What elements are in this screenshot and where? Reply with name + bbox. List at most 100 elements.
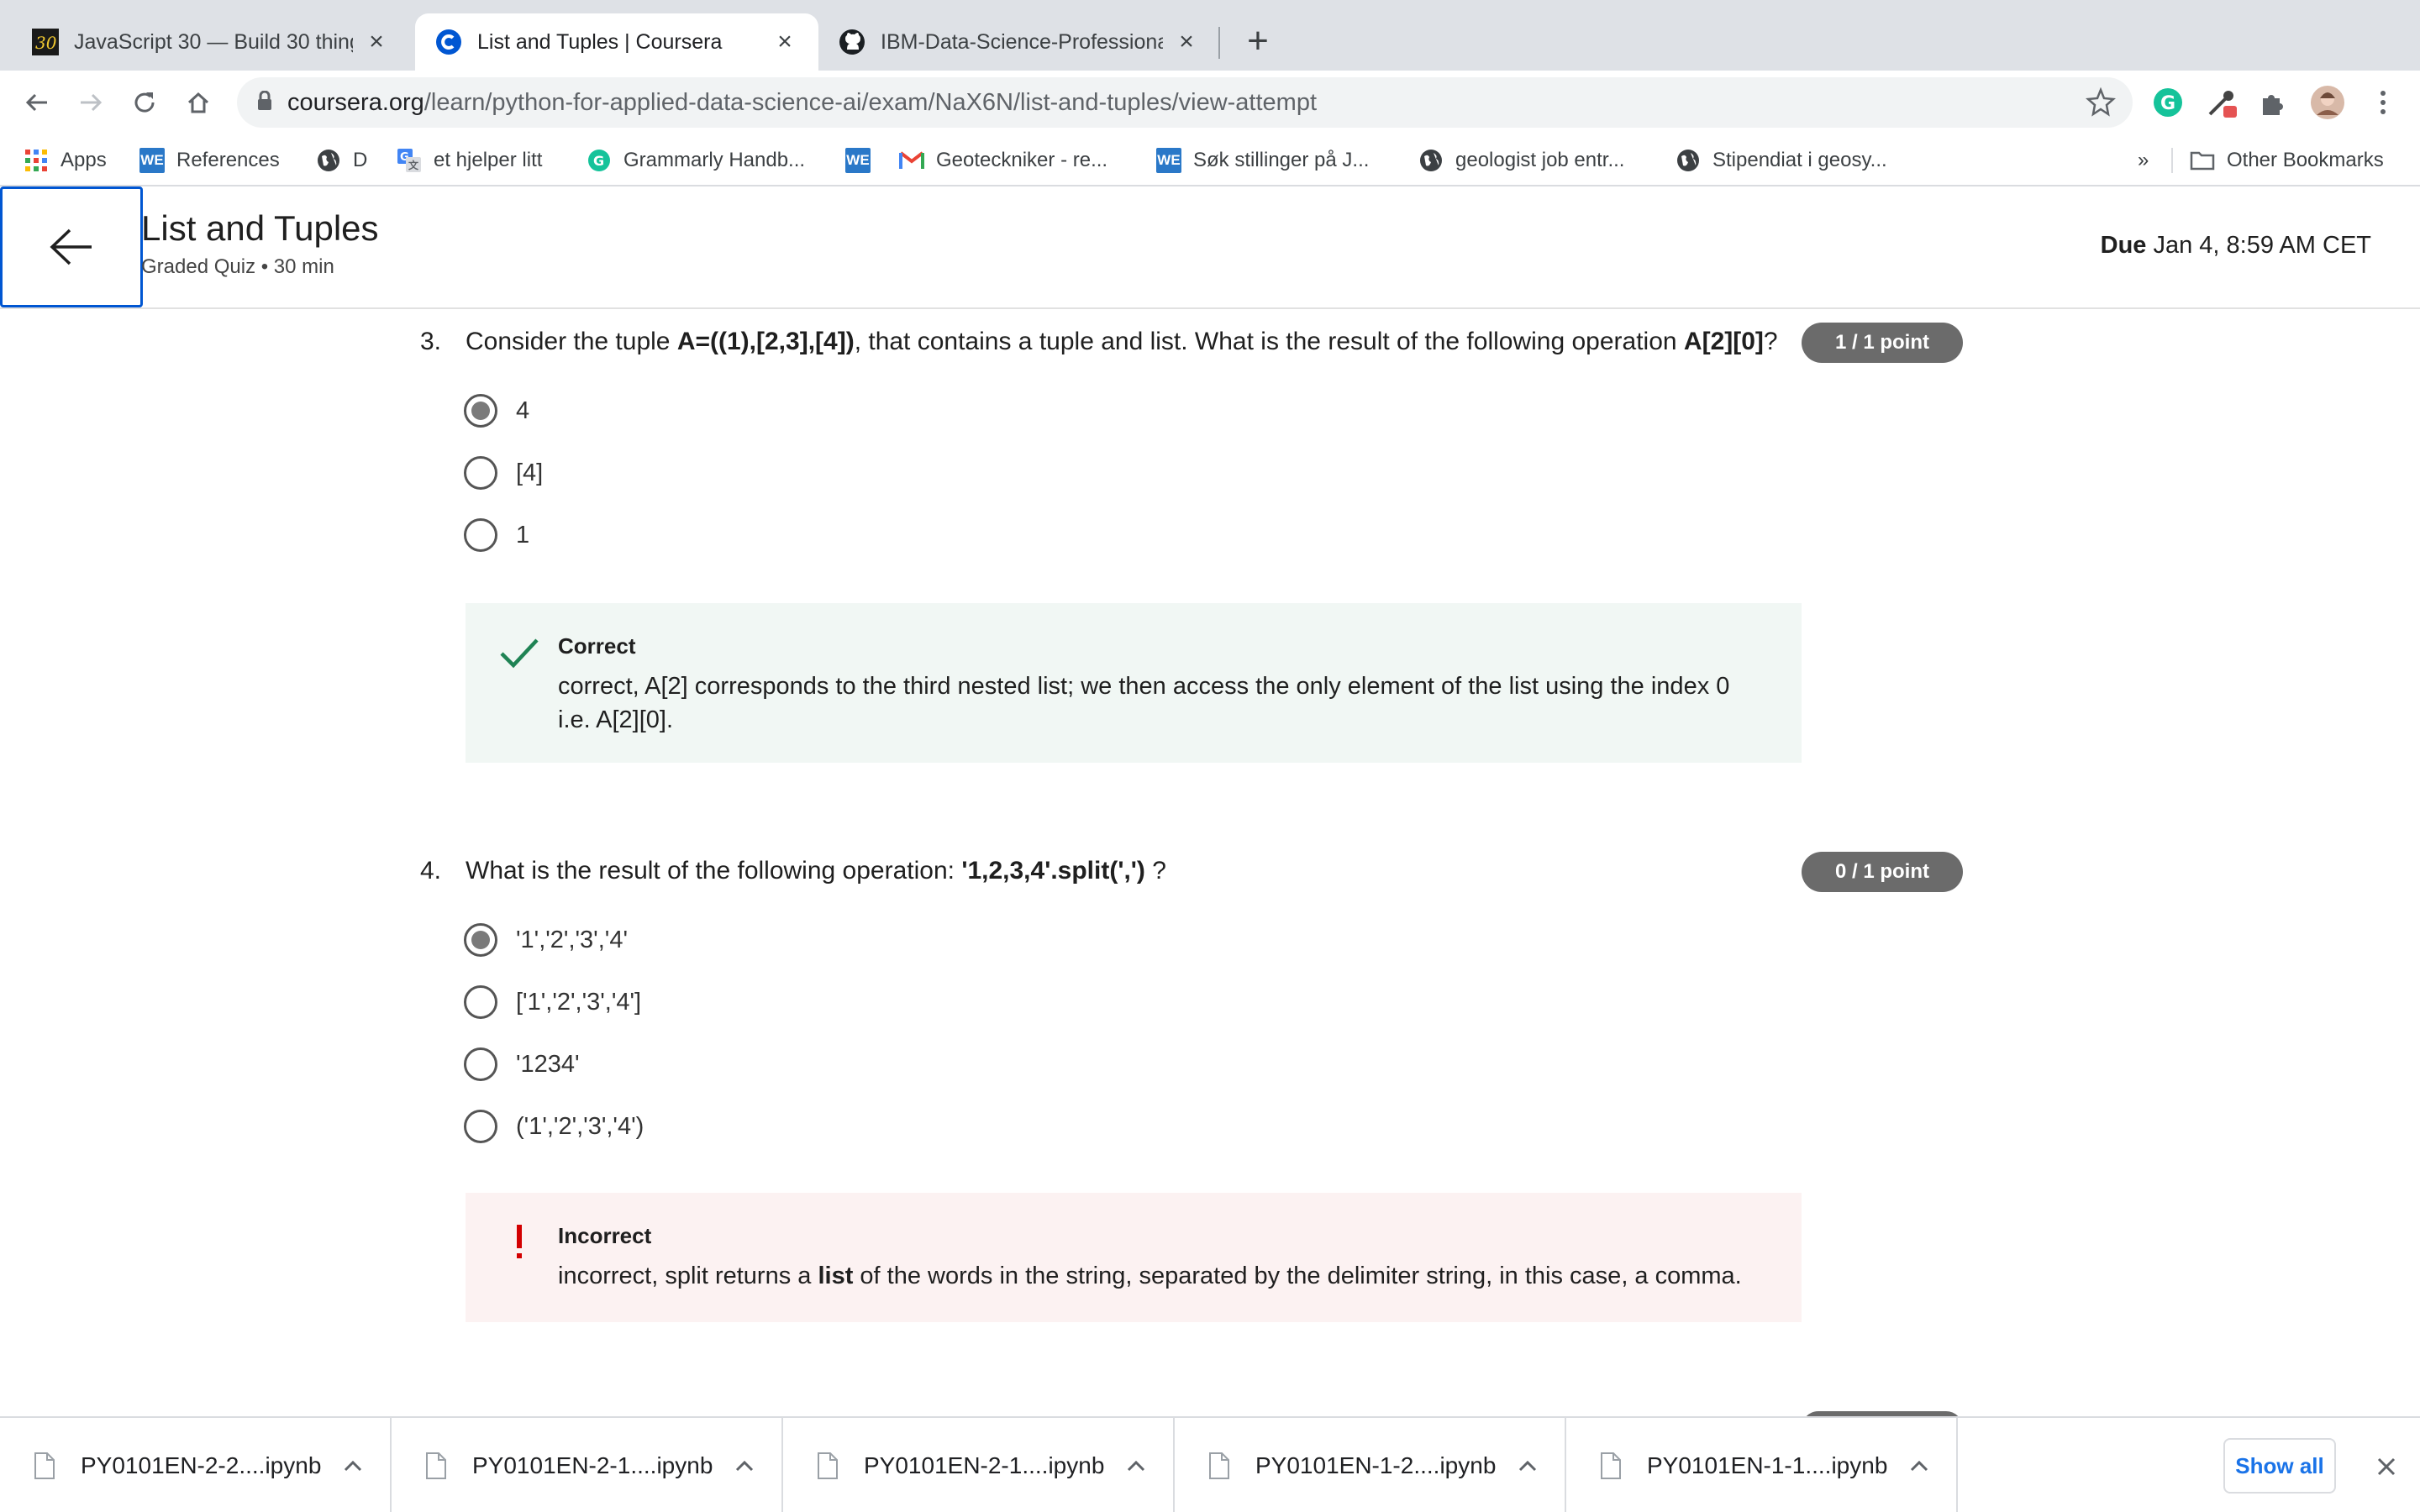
due-value: Jan 4, 8:59 AM CET: [2153, 232, 2371, 259]
bookmark-we[interactable]: WE: [845, 144, 882, 176]
chevron-up-icon[interactable]: [1511, 1449, 1544, 1483]
browser-menu-icon[interactable]: [2363, 82, 2403, 123]
download-item[interactable]: PY0101EN-2-1....ipynb: [392, 1418, 783, 1512]
bookmark-star-icon[interactable]: [2085, 87, 2117, 122]
url-host: coursera.org: [287, 88, 424, 116]
bookmark-d[interactable]: D: [316, 144, 367, 176]
radio-unselected[interactable]: [464, 518, 497, 552]
file-icon: [34, 1452, 55, 1480]
url-text: coursera.org/learn/python-for-applied-da…: [287, 89, 1317, 117]
question-number: 4.: [420, 857, 442, 885]
answer-option[interactable]: ['1','2','3','4']: [464, 981, 641, 1023]
chevron-up-icon[interactable]: [1119, 1449, 1153, 1483]
answer-option[interactable]: '1','2','3','4': [464, 919, 628, 961]
github-icon: [839, 29, 865, 55]
question-header: 3. Consider the tuple A=((1),[2,3],[4]),…: [420, 321, 1966, 363]
file-icon: [1208, 1452, 1230, 1480]
translate-icon: G文: [397, 148, 422, 173]
tab-github[interactable]: IBM-Data-Science-Professional ×: [818, 13, 1220, 71]
we-icon: WE: [845, 148, 871, 173]
download-item[interactable]: PY0101EN-1-1....ipynb: [1566, 1418, 1958, 1512]
question-code: '1,2,3,4'.split(','): [961, 857, 1145, 885]
close-icon[interactable]: ×: [363, 28, 390, 55]
download-item[interactable]: PY0101EN-2-2....ipynb: [0, 1418, 392, 1512]
question-text-mid: , that contains a tuple and list. What i…: [854, 328, 1684, 355]
browser-toolbar: coursera.org/learn/python-for-applied-da…: [0, 71, 2420, 134]
answer-option[interactable]: 4: [464, 390, 529, 432]
profile-avatar-icon[interactable]: [2307, 82, 2348, 123]
bookmark-geoteckniker[interactable]: Geoteckniker - re...: [899, 144, 1107, 176]
tab-coursera[interactable]: List and Tuples | Coursera ×: [415, 13, 818, 71]
back-arrow-icon[interactable]: [15, 81, 59, 124]
grammarly-extension-icon[interactable]: G: [2148, 82, 2188, 123]
feedback-incorrect: Incorrect incorrect, split returns a lis…: [466, 1193, 1802, 1322]
tab-separator: [1218, 27, 1220, 59]
radio-unselected[interactable]: [464, 1047, 497, 1081]
bookmark-et-hjelper-litt[interactable]: G文 et hjelper litt: [397, 144, 542, 176]
answer-option[interactable]: '1234': [464, 1043, 580, 1085]
tab-title: List and Tuples | Coursera: [477, 29, 723, 54]
chevron-up-icon[interactable]: [728, 1449, 761, 1483]
answer-option[interactable]: [4]: [464, 452, 543, 494]
address-bar[interactable]: coursera.org/learn/python-for-applied-da…: [237, 77, 2133, 128]
radio-unselected[interactable]: [464, 1110, 497, 1143]
we-icon: WE: [139, 148, 165, 173]
feedback-keyword: list: [818, 1263, 854, 1289]
download-filename: PY0101EN-2-1....ipynb: [864, 1452, 1105, 1478]
answer-option[interactable]: ('1','2','3','4'): [464, 1105, 644, 1147]
close-icon[interactable]: ×: [771, 28, 798, 55]
new-tab-plus-icon[interactable]: +: [1239, 20, 1277, 61]
download-item[interactable]: PY0101EN-1-2....ipynb: [1175, 1418, 1566, 1512]
feedback-title: Incorrect: [558, 1223, 652, 1248]
back-button[interactable]: [0, 186, 143, 307]
file-icon: [425, 1452, 447, 1480]
bookmark-other-bookmarks[interactable]: Other Bookmarks: [2190, 144, 2384, 176]
bookmark-geologist-job[interactable]: geologist job entr...: [1418, 144, 1624, 176]
reload-icon[interactable]: [123, 81, 166, 124]
option-label: '1','2','3','4': [516, 926, 628, 953]
answer-option[interactable]: 1: [464, 514, 529, 556]
bookmark-apps[interactable]: Apps: [24, 144, 107, 176]
show-all-button[interactable]: Show all: [2223, 1438, 2336, 1494]
tab-javascript30[interactable]: 30 JavaScript 30 — Build 30 things ×: [12, 13, 410, 71]
chevron-up-icon[interactable]: [336, 1449, 370, 1483]
feedback-text-pre: incorrect, split returns a: [558, 1263, 818, 1289]
bookmark-label: Other Bookmarks: [2227, 149, 2384, 171]
bookmark-label: Geoteckniker - re...: [936, 149, 1108, 171]
radio-unselected[interactable]: [464, 985, 497, 1019]
bookmark-label: et hjelper litt: [434, 149, 543, 171]
globe-icon: [316, 148, 341, 173]
radio-unselected[interactable]: [464, 456, 497, 490]
bookmarks-bar: Apps WE References D G文 et hjelper litt …: [0, 134, 2420, 186]
question-text-pre: Consider the tuple: [466, 328, 677, 355]
bookmark-label: Søk stillinger på J...: [1193, 149, 1370, 171]
question-text: Consider the tuple A=((1),[2,3],[4]), th…: [466, 321, 1778, 363]
download-item[interactable]: PY0101EN-2-1....ipynb: [783, 1418, 1175, 1512]
bookmark-references[interactable]: WE References: [139, 144, 280, 176]
svg-text:G: G: [593, 153, 604, 169]
file-icon: [1600, 1452, 1622, 1480]
radio-selected[interactable]: [464, 923, 497, 957]
radio-selected[interactable]: [464, 394, 497, 428]
tab-title: JavaScript 30 — Build 30 things: [74, 29, 353, 54]
bookmark-stipendiat[interactable]: Stipendiat i geosy...: [1676, 144, 1887, 176]
question-text-pre: What is the result of the following oper…: [466, 857, 962, 885]
bookmark-label: D: [353, 149, 368, 171]
bookmark-sok-stillinger[interactable]: WE Søk stillinger på J...: [1156, 144, 1369, 176]
close-icon[interactable]: [2370, 1450, 2403, 1483]
forward-arrow-icon[interactable]: [69, 81, 113, 124]
option-label: [4]: [516, 459, 544, 486]
eyedropper-extension-icon[interactable]: [2202, 82, 2242, 123]
download-filename: PY0101EN-2-1....ipynb: [472, 1452, 713, 1478]
download-filename: PY0101EN-1-1....ipynb: [1647, 1452, 1888, 1478]
bookmark-grammarly-handbook[interactable]: G Grammarly Handb...: [587, 144, 805, 176]
chevron-up-icon[interactable]: [1902, 1449, 1936, 1483]
home-icon[interactable]: [176, 81, 220, 124]
option-label: '1234': [516, 1050, 580, 1078]
due-date: Due Jan 4, 8:59 AM CET: [2101, 232, 2371, 260]
bookmarks-overflow-chevron[interactable]: »: [2138, 144, 2149, 176]
puzzle-extensions-icon[interactable]: [2254, 82, 2294, 123]
close-icon[interactable]: ×: [1173, 28, 1200, 55]
page-subtitle: Graded Quiz • 30 min: [141, 255, 334, 278]
svg-text:30: 30: [35, 33, 57, 53]
